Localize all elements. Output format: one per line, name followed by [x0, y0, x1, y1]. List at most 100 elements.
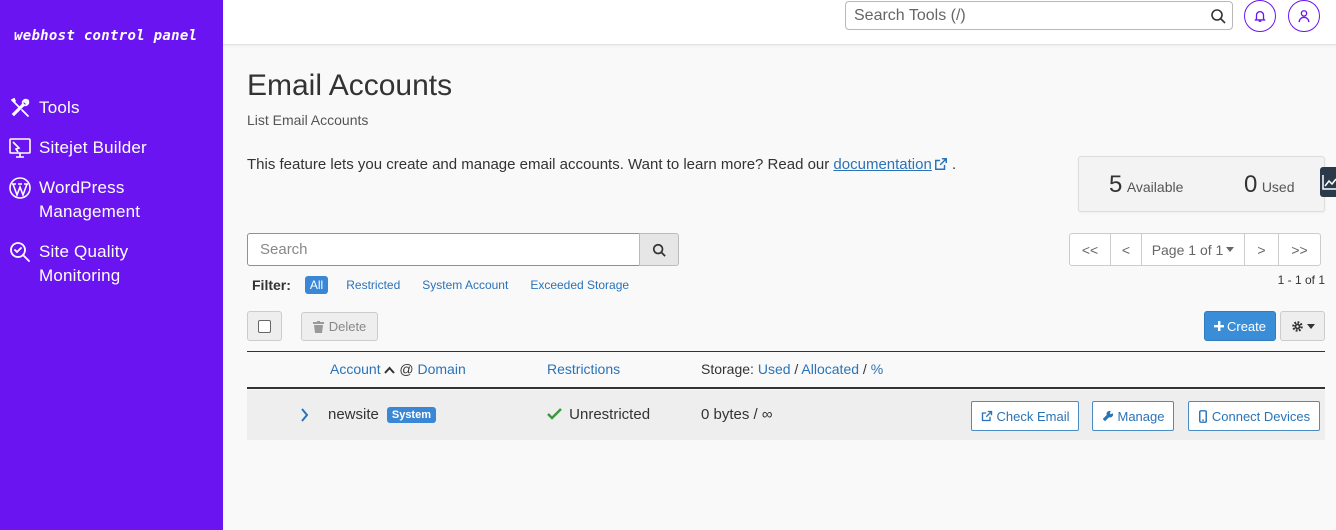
- page-select[interactable]: Page 1 of 1: [1141, 233, 1245, 266]
- used-label: Used: [1261, 179, 1295, 195]
- sidebar: webhost control panel Tools Sitejet Buil…: [0, 0, 223, 530]
- sort-asc-icon[interactable]: [384, 366, 396, 374]
- notifications-button[interactable]: [1244, 0, 1276, 32]
- restrictions-sort-link[interactable]: Restrictions: [547, 361, 620, 377]
- tool-search-input[interactable]: [846, 2, 1186, 29]
- sidebar-item-site-quality[interactable]: Site Quality Monitoring: [0, 240, 223, 288]
- account-search-input[interactable]: [247, 233, 640, 266]
- account-domain-header: Account @ Domain: [330, 361, 466, 377]
- trash-icon: [312, 320, 324, 333]
- plus-icon: [1213, 321, 1224, 331]
- page-title: Email Accounts: [247, 69, 453, 102]
- caret-down-icon: [1226, 247, 1235, 252]
- last-page-button[interactable]: >>: [1278, 233, 1321, 266]
- select-all-checkbox[interactable]: [258, 319, 271, 333]
- pagination: << < Page 1 of 1 > >>: [1069, 233, 1321, 266]
- filter-label: Filter:: [252, 277, 291, 293]
- check-email-label: Check Email: [996, 408, 1070, 424]
- wordpress-icon: [9, 177, 31, 199]
- caret-down-icon: [1306, 323, 1315, 329]
- available-label: Available: [1126, 179, 1184, 195]
- storage-separator: /: [794, 361, 799, 377]
- user-icon: [1298, 10, 1310, 23]
- filter-system-account[interactable]: System Account: [422, 278, 508, 292]
- user-menu-button[interactable]: [1288, 0, 1320, 32]
- bell-icon: [1254, 10, 1266, 22]
- tools-icon: [11, 97, 30, 117]
- restriction-cell: Unrestricted: [547, 406, 650, 423]
- check-icon: [547, 408, 562, 420]
- chevron-right-icon[interactable]: [300, 408, 309, 422]
- table-row: newsite System Unrestricted 0 bytes / ∞ C…: [247, 390, 1325, 440]
- domain-sort-link[interactable]: Domain: [417, 361, 465, 377]
- filter-bar: Filter: All Restricted System Account Ex…: [252, 276, 651, 294]
- external-link-icon[interactable]: [934, 157, 948, 171]
- top-bar: [223, 0, 1336, 45]
- manage-label: Manage: [1117, 408, 1165, 424]
- sidebar-item-label: Site Quality Monitoring: [39, 242, 129, 285]
- storage-separator: /: [862, 361, 867, 377]
- percent-sort-link[interactable]: %: [871, 361, 883, 377]
- result-range: 1 - 1 of 1: [1277, 273, 1325, 287]
- prev-page-button[interactable]: <: [1110, 233, 1142, 266]
- sidebar-item-wordpress[interactable]: WordPress Management: [0, 176, 223, 224]
- external-link-icon: [981, 410, 992, 422]
- create-button[interactable]: Create: [1204, 311, 1276, 341]
- wrench-icon: [1102, 410, 1113, 422]
- account-cell: newsite System: [328, 406, 436, 423]
- filter-all[interactable]: All: [304, 276, 329, 294]
- intro-text: This feature lets you create and manage …: [247, 156, 956, 173]
- system-badge: System: [386, 407, 436, 423]
- sidebar-item-label: Sitejet Builder: [39, 138, 147, 157]
- sitejet-icon: [9, 138, 31, 158]
- email-stats-panel: 5 Available 0 Used: [1078, 156, 1325, 212]
- sidebar-item-label: Tools: [39, 98, 80, 117]
- storage-cell: 0 bytes / ∞: [701, 406, 773, 423]
- search-icon: [652, 243, 666, 257]
- account-name: newsite: [328, 406, 379, 423]
- settings-dropdown-button[interactable]: [1280, 311, 1325, 341]
- gear-icon: [1291, 320, 1303, 332]
- at-separator: @: [399, 361, 414, 377]
- connect-devices-label: Connect Devices: [1211, 408, 1311, 424]
- storage-label: Storage:: [701, 361, 754, 377]
- check-email-button[interactable]: Check Email: [971, 401, 1079, 431]
- intro-end: .: [952, 156, 957, 173]
- site-quality-icon: [10, 242, 30, 262]
- available-count: 5: [1109, 171, 1123, 198]
- delete-button[interactable]: Delete: [301, 312, 378, 341]
- chart-toggle-button[interactable]: [1320, 167, 1336, 197]
- restriction-status: Unrestricted: [569, 406, 651, 423]
- connect-devices-button[interactable]: Connect Devices: [1188, 401, 1320, 431]
- next-page-button[interactable]: >: [1244, 233, 1279, 266]
- account-sort-link[interactable]: Account: [330, 361, 381, 377]
- sidebar-nav: Tools Sitejet Builder WordPress Manageme…: [0, 96, 223, 304]
- table-header: Account @ Domain Restrictions Storage: U…: [247, 351, 1325, 389]
- chart-icon: [1322, 175, 1336, 190]
- allocated-sort-link[interactable]: Allocated: [801, 361, 859, 377]
- available-stat: 5 Available: [1109, 171, 1183, 199]
- select-all-button[interactable]: [247, 311, 282, 341]
- create-label: Create: [1226, 318, 1267, 334]
- brand-logo[interactable]: webhost control panel: [14, 28, 197, 44]
- delete-label: Delete: [328, 319, 367, 334]
- used-count: 0: [1244, 171, 1258, 198]
- tool-search-box: [845, 1, 1233, 30]
- storage-header: Storage: Used / Allocated / %: [701, 361, 883, 377]
- used-sort-link[interactable]: Used: [758, 361, 791, 377]
- search-button[interactable]: [639, 233, 679, 266]
- restrictions-header: Restrictions: [547, 361, 620, 377]
- mobile-icon: [1198, 409, 1207, 423]
- search-icon[interactable]: [1210, 8, 1226, 24]
- page-select-label: Page 1 of 1: [1151, 241, 1224, 258]
- first-page-button[interactable]: <<: [1069, 233, 1111, 266]
- account-search: [247, 233, 679, 266]
- documentation-link[interactable]: documentation: [833, 156, 931, 173]
- sidebar-item-tools[interactable]: Tools: [0, 96, 223, 120]
- filter-exceeded-storage[interactable]: Exceeded Storage: [530, 278, 629, 292]
- filter-restricted[interactable]: Restricted: [346, 278, 400, 292]
- sidebar-item-sitejet[interactable]: Sitejet Builder: [0, 136, 223, 160]
- used-stat: 0 Used: [1244, 171, 1295, 199]
- page-subtitle: List Email Accounts: [247, 112, 369, 128]
- manage-button[interactable]: Manage: [1092, 401, 1174, 431]
